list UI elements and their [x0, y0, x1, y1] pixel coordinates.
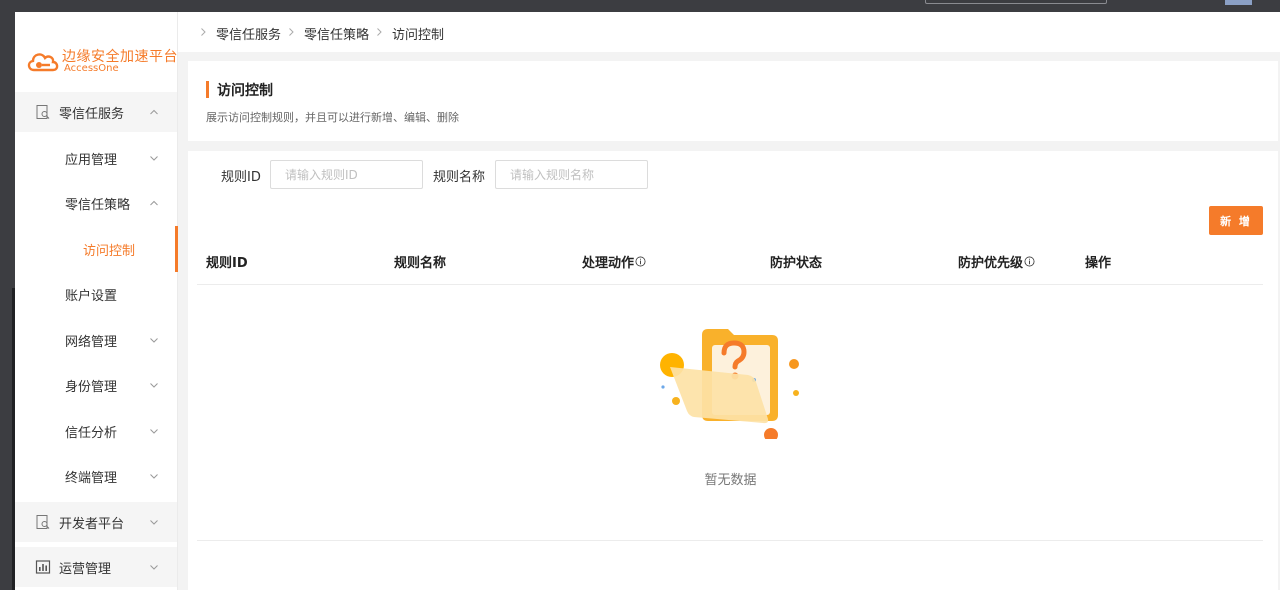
breadcrumb-item[interactable]: 零信任服务 [216, 24, 281, 43]
sidebar-item-label: 信任分析 [65, 425, 118, 441]
info-icon[interactable] [1024, 256, 1035, 267]
sidebar-item-zero-trust-service[interactable]: 零信任服务 [15, 92, 177, 132]
main-content: 零信任服务 零信任策略 访问控制 访问控制 展示访问控制规则，并且可以进行新增、… [178, 12, 1280, 590]
sidebar-item-label: 身份管理 [65, 379, 118, 395]
sidebar-item-label: 零信任服务 [59, 106, 125, 122]
sidebar-item-label: 网络管理 [65, 334, 118, 350]
page-header: 访问控制 展示访问控制规则，并且可以进行新增、编辑、删除 [188, 61, 1278, 141]
sidebar: 边缘安全加速平台 AccessOne 零信任服务 应用管理 零信任策略 访问控制… [15, 12, 178, 590]
column-header-rule-id[interactable]: 规则ID [206, 252, 248, 271]
column-header-rule-name[interactable]: 规则名称 [394, 252, 446, 271]
sidebar-item-label: 运营管理 [59, 561, 112, 577]
doc-search-icon [36, 105, 50, 119]
column-header-protection-status[interactable]: 防护状态 [770, 252, 822, 271]
avatar[interactable] [1225, 0, 1252, 5]
brand-logo[interactable]: 边缘安全加速平台 AccessOne [26, 46, 178, 76]
page-title: 访问控制 [217, 83, 273, 99]
table-header: 规则ID 规则名称 处理动作 防护状态 防护优先级 操作 [197, 237, 1263, 285]
sidebar-item-label: 零信任策略 [65, 197, 131, 213]
browser-top-bar [0, 0, 1280, 12]
chevron-up-icon [150, 200, 158, 206]
column-header-label: 规则ID [206, 256, 248, 271]
column-header-label: 防护状态 [770, 256, 823, 271]
sidebar-item-trust-analysis[interactable]: 信任分析 [15, 411, 177, 451]
chevron-down-icon [150, 156, 158, 161]
breadcrumb: 零信任服务 零信任策略 访问控制 [178, 12, 1280, 52]
chevron-right-icon [201, 28, 206, 36]
chevron-down-icon [150, 429, 158, 434]
rule-id-label: 规则ID [221, 170, 261, 185]
sidebar-item-label: 终端管理 [65, 470, 118, 486]
sidebar-item-endpoint-management[interactable]: 终端管理 [15, 456, 177, 496]
column-header-label: 操作 [1085, 256, 1112, 271]
chevron-right-icon [377, 28, 382, 36]
sidebar-item-label: 开发者平台 [59, 516, 125, 532]
sidebar-item-identity-management[interactable]: 身份管理 [15, 365, 177, 405]
chevron-right-icon [289, 28, 294, 36]
sidebar-item-app-management[interactable]: 应用管理 [15, 138, 177, 178]
empty-folder-icon [660, 329, 799, 439]
page-description: 展示访问控制规则，并且可以进行新增、编辑、删除 [206, 111, 459, 124]
chevron-up-icon [150, 109, 158, 115]
sidebar-item-access-control[interactable]: 访问控制 [15, 226, 178, 272]
sidebar-item-zero-trust-policy[interactable]: 零信任策略 [15, 183, 177, 223]
rule-id-input[interactable] [270, 160, 423, 189]
window-edge [0, 12, 15, 590]
chevron-down-icon [150, 474, 158, 479]
add-button[interactable]: 新 增 [1209, 206, 1263, 235]
sidebar-item-label: 账户设置 [65, 288, 118, 304]
column-header-operations: 操作 [1085, 252, 1111, 271]
chevron-down-icon [150, 565, 158, 570]
column-header-label: 处理动作 [582, 256, 635, 271]
sidebar-item-network-management[interactable]: 网络管理 [15, 320, 177, 360]
top-search-box[interactable] [925, 0, 1107, 4]
doc-search-icon [36, 515, 50, 529]
chevron-down-icon [150, 383, 158, 388]
title-accent-bar [206, 81, 209, 98]
table-bottom-divider [197, 540, 1263, 541]
chevron-down-icon [150, 520, 158, 525]
sidebar-item-operations-management[interactable]: 运营管理 [15, 547, 177, 587]
column-header-action[interactable]: 处理动作 [582, 252, 646, 271]
brand-subname: AccessOne [64, 63, 119, 74]
bar-chart-icon [35, 560, 51, 574]
empty-state-text: 暂无数据 [704, 473, 757, 488]
rules-panel: 规则ID 规则名称 新 增 规则ID 规则名称 处理动作 防护状态 防护优先级 … [188, 151, 1278, 590]
sidebar-item-label: 访问控制 [83, 243, 136, 259]
column-header-priority[interactable]: 防护优先级 [958, 252, 1035, 271]
sidebar-item-account-settings[interactable]: 账户设置 [15, 274, 177, 314]
column-header-label: 规则名称 [394, 256, 447, 271]
chevron-down-icon [150, 338, 158, 343]
info-icon[interactable] [635, 256, 646, 267]
breadcrumb-item[interactable]: 零信任策略 [304, 24, 369, 43]
column-header-label: 防护优先级 [958, 256, 1024, 271]
rule-name-label: 规则名称 [433, 170, 486, 185]
sidebar-item-label: 应用管理 [65, 152, 118, 168]
breadcrumb-item-current: 访问控制 [392, 28, 445, 43]
rule-name-input[interactable] [495, 160, 648, 189]
cloud-logo-icon [27, 53, 59, 72]
sidebar-item-developer-platform[interactable]: 开发者平台 [15, 502, 177, 542]
